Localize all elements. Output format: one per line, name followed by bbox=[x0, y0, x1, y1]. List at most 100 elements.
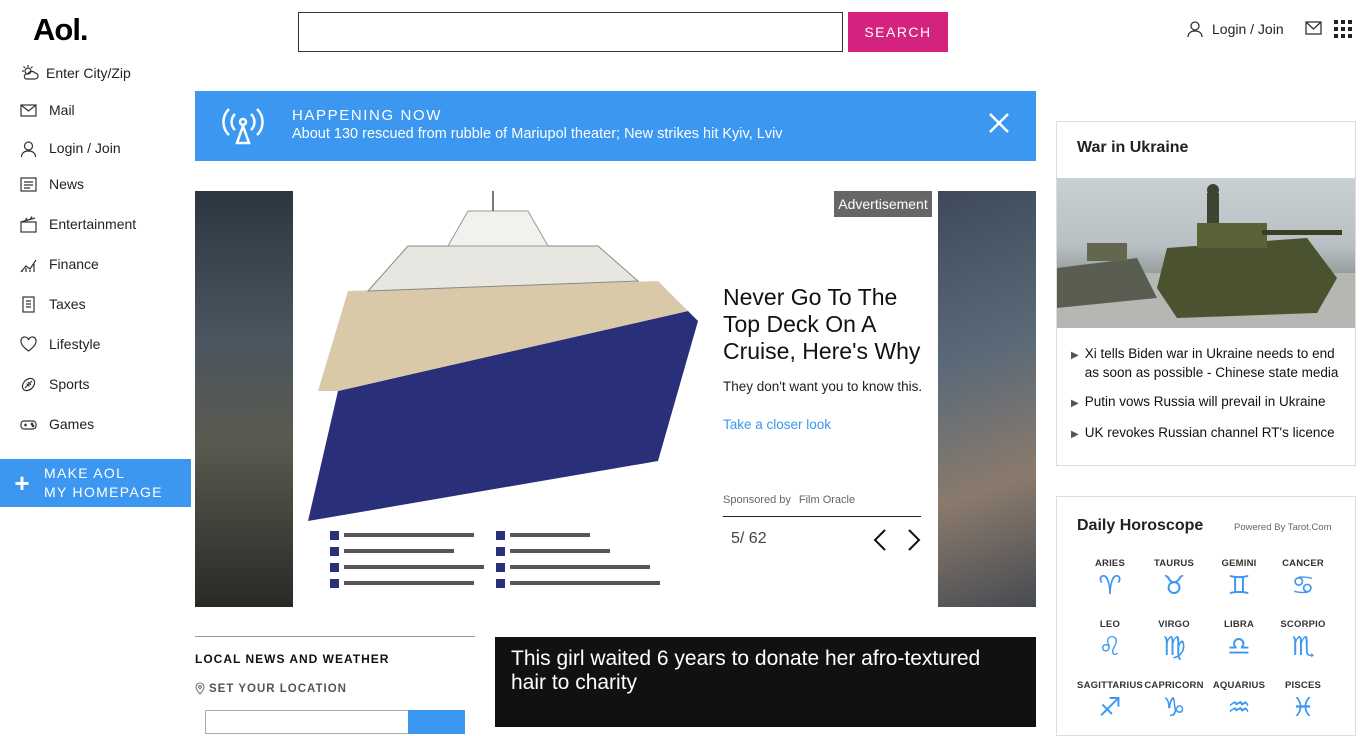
set-location-label: SET YOUR LOCATION bbox=[209, 682, 347, 695]
horoscope-sign-virgo[interactable]: VIRGO ♍ bbox=[1141, 619, 1207, 662]
chevron-right-icon[interactable] bbox=[907, 528, 921, 552]
weather-icon bbox=[22, 65, 39, 80]
aquarius-icon: ♒ bbox=[1227, 693, 1251, 723]
horoscope-sign-libra[interactable]: LIBRA ♎ bbox=[1206, 619, 1272, 662]
video-story-title[interactable]: This girl waited 6 years to donate her a… bbox=[511, 647, 1021, 695]
war-headline-text[interactable]: Xi tells Biden war in Ukraine needs to e… bbox=[1085, 344, 1349, 382]
triangle-bullet-icon: ▶ bbox=[1071, 398, 1079, 409]
horoscope-sign-sagittarius[interactable]: SAGITTARIUS ♐ bbox=[1077, 680, 1143, 723]
next-slide-preview[interactable] bbox=[938, 191, 1036, 607]
weather-location-link[interactable]: Enter City/Zip bbox=[20, 64, 131, 81]
sidebar-item-finance[interactable]: Finance bbox=[20, 253, 99, 275]
sign-name: PISCES bbox=[1284, 680, 1322, 691]
sign-name: AQUARIUS bbox=[1212, 680, 1266, 691]
happening-now-banner[interactable]: HAPPENING NOW About 130 rescued from rub… bbox=[195, 91, 1036, 161]
sign-name: ARIES bbox=[1094, 558, 1126, 569]
sidebar-item-sports[interactable]: Sports bbox=[20, 373, 89, 395]
leo-icon: ♌ bbox=[1098, 632, 1122, 662]
libra-icon: ♎ bbox=[1227, 632, 1251, 662]
sign-name: GEMINI bbox=[1221, 558, 1257, 569]
close-icon[interactable] bbox=[988, 112, 1010, 134]
capricorn-icon: ♑ bbox=[1162, 693, 1186, 723]
mail-icon bbox=[20, 103, 37, 117]
horoscope-sign-cancer[interactable]: CANCER ♋ bbox=[1270, 558, 1336, 601]
sponsor-name[interactable]: Film Oracle bbox=[799, 494, 855, 506]
sidebar-item-label: Sports bbox=[49, 376, 90, 392]
horoscope-sign-scorpio[interactable]: SCORPIO ♏ bbox=[1270, 619, 1336, 662]
local-news-section: LOCAL NEWS AND WEATHER SET YOUR LOCATION bbox=[195, 636, 475, 695]
sidebar-item-games[interactable]: Games bbox=[20, 413, 94, 435]
sign-name: TAURUS bbox=[1153, 558, 1195, 569]
sidebar-item-taxes[interactable]: Taxes bbox=[20, 293, 86, 315]
set-location-link[interactable]: SET YOUR LOCATION bbox=[195, 682, 475, 695]
sidebar-item-news[interactable]: News bbox=[20, 173, 84, 195]
sidebar-item-entertainment[interactable]: Entertainment bbox=[20, 213, 136, 235]
zip-submit-button[interactable] bbox=[408, 710, 465, 734]
sign-name: LIBRA bbox=[1223, 619, 1255, 630]
war-headline-text[interactable]: UK revokes Russian channel RT's licence bbox=[1085, 423, 1335, 444]
sidebar-item-label: Entertainment bbox=[49, 216, 137, 232]
zip-code-input[interactable] bbox=[205, 710, 409, 734]
sidebar-item-lifestyle[interactable]: Lifestyle bbox=[20, 333, 100, 355]
apps-grid-icon[interactable] bbox=[1334, 20, 1352, 38]
triangle-bullet-icon: ▶ bbox=[1071, 429, 1079, 440]
sidebar-item-login[interactable]: Login / Join bbox=[20, 137, 121, 159]
horoscope-sign-aquarius[interactable]: AQUARIUS ♒ bbox=[1206, 680, 1272, 723]
aol-logo[interactable]: Aol. bbox=[33, 12, 89, 48]
previous-slide-preview[interactable] bbox=[195, 191, 293, 607]
make-homepage-line2: MY HOMEPAGE bbox=[44, 484, 163, 500]
user-icon bbox=[1187, 21, 1203, 38]
horoscope-sign-pisces[interactable]: PISCES ♓ bbox=[1270, 680, 1336, 723]
video-story-card[interactable]: This girl waited 6 years to donate her a… bbox=[495, 637, 1036, 727]
horoscope-sign-capricorn[interactable]: CAPRICORN ♑ bbox=[1141, 680, 1207, 723]
header-login-label: Login / Join bbox=[1212, 21, 1284, 37]
war-module-title[interactable]: War in Ukraine bbox=[1077, 139, 1188, 157]
local-news-title: LOCAL NEWS AND WEATHER bbox=[195, 652, 390, 666]
happening-now-label: HAPPENING NOW bbox=[292, 107, 442, 124]
sidebar-item-label: Taxes bbox=[49, 296, 86, 312]
sidebar-item-label: Login / Join bbox=[49, 140, 121, 156]
sidebar-item-mail[interactable]: Mail bbox=[20, 99, 75, 121]
sign-name: CAPRICORN bbox=[1144, 680, 1204, 691]
yacht-cutaway-image[interactable] bbox=[298, 191, 714, 607]
sign-name: LEO bbox=[1099, 619, 1121, 630]
war-headline[interactable]: ▶ UK revokes Russian channel RT's licence bbox=[1071, 423, 1349, 444]
daily-horoscope-module: Daily Horoscope Powered By Tarot.Com ARI… bbox=[1056, 496, 1356, 736]
horoscope-sign-taurus[interactable]: TAURUS ♉ bbox=[1141, 558, 1207, 601]
weather-label: Enter City/Zip bbox=[46, 64, 131, 81]
slideshow-carousel: Advertisement Never Go To The Top Deck O… bbox=[195, 191, 1036, 607]
sign-name: VIRGO bbox=[1158, 619, 1190, 630]
ball-icon bbox=[21, 377, 36, 391]
horoscope-sign-leo[interactable]: LEO ♌ bbox=[1077, 619, 1143, 662]
slide-counter: 5/ 62 bbox=[731, 530, 767, 547]
ad-body-text: They don't want you to know this. bbox=[723, 379, 923, 394]
cancer-icon: ♋ bbox=[1291, 571, 1315, 601]
war-headline[interactable]: ▶ Xi tells Biden war in Ukraine needs to … bbox=[1071, 344, 1349, 382]
horoscope-powered-by[interactable]: Powered By Tarot.Com bbox=[1234, 522, 1332, 533]
plus-icon: + bbox=[14, 468, 30, 498]
location-pin-icon bbox=[195, 682, 205, 695]
advertisement-badge: Advertisement bbox=[834, 191, 932, 217]
tank-photo[interactable] bbox=[1057, 178, 1355, 328]
header-login-link[interactable]: Login / Join bbox=[1186, 18, 1284, 40]
search-button[interactable]: SEARCH bbox=[848, 12, 948, 52]
ad-title[interactable]: Never Go To The Top Deck On A Cruise, He… bbox=[723, 284, 928, 365]
user-icon bbox=[20, 140, 37, 157]
horoscope-sign-gemini[interactable]: GEMINI ♊ bbox=[1206, 558, 1272, 601]
sign-name: SAGITTARIUS bbox=[1077, 680, 1143, 691]
happening-now-headline[interactable]: About 130 rescued from rubble of Mariupo… bbox=[292, 126, 783, 142]
horoscope-sign-aries[interactable]: ARIES ♈ bbox=[1077, 558, 1143, 601]
mail-icon[interactable] bbox=[1305, 20, 1322, 36]
sign-name: SCORPIO bbox=[1280, 619, 1326, 630]
horoscope-title: Daily Horoscope bbox=[1077, 517, 1204, 534]
make-homepage-button[interactable]: + MAKE AOL MY HOMEPAGE bbox=[0, 459, 191, 507]
sign-name: CANCER bbox=[1282, 558, 1324, 569]
scorpio-icon: ♏ bbox=[1291, 632, 1315, 662]
aries-icon: ♈ bbox=[1098, 571, 1122, 601]
war-headline-text[interactable]: Putin vows Russia will prevail in Ukrain… bbox=[1085, 392, 1326, 413]
war-headline[interactable]: ▶ Putin vows Russia will prevail in Ukrai… bbox=[1071, 392, 1349, 413]
search-input[interactable] bbox=[298, 12, 843, 52]
chevron-left-icon[interactable] bbox=[873, 528, 887, 552]
ad-cta-link[interactable]: Take a closer look bbox=[723, 417, 831, 432]
sidebar-item-label: Lifestyle bbox=[49, 336, 101, 352]
